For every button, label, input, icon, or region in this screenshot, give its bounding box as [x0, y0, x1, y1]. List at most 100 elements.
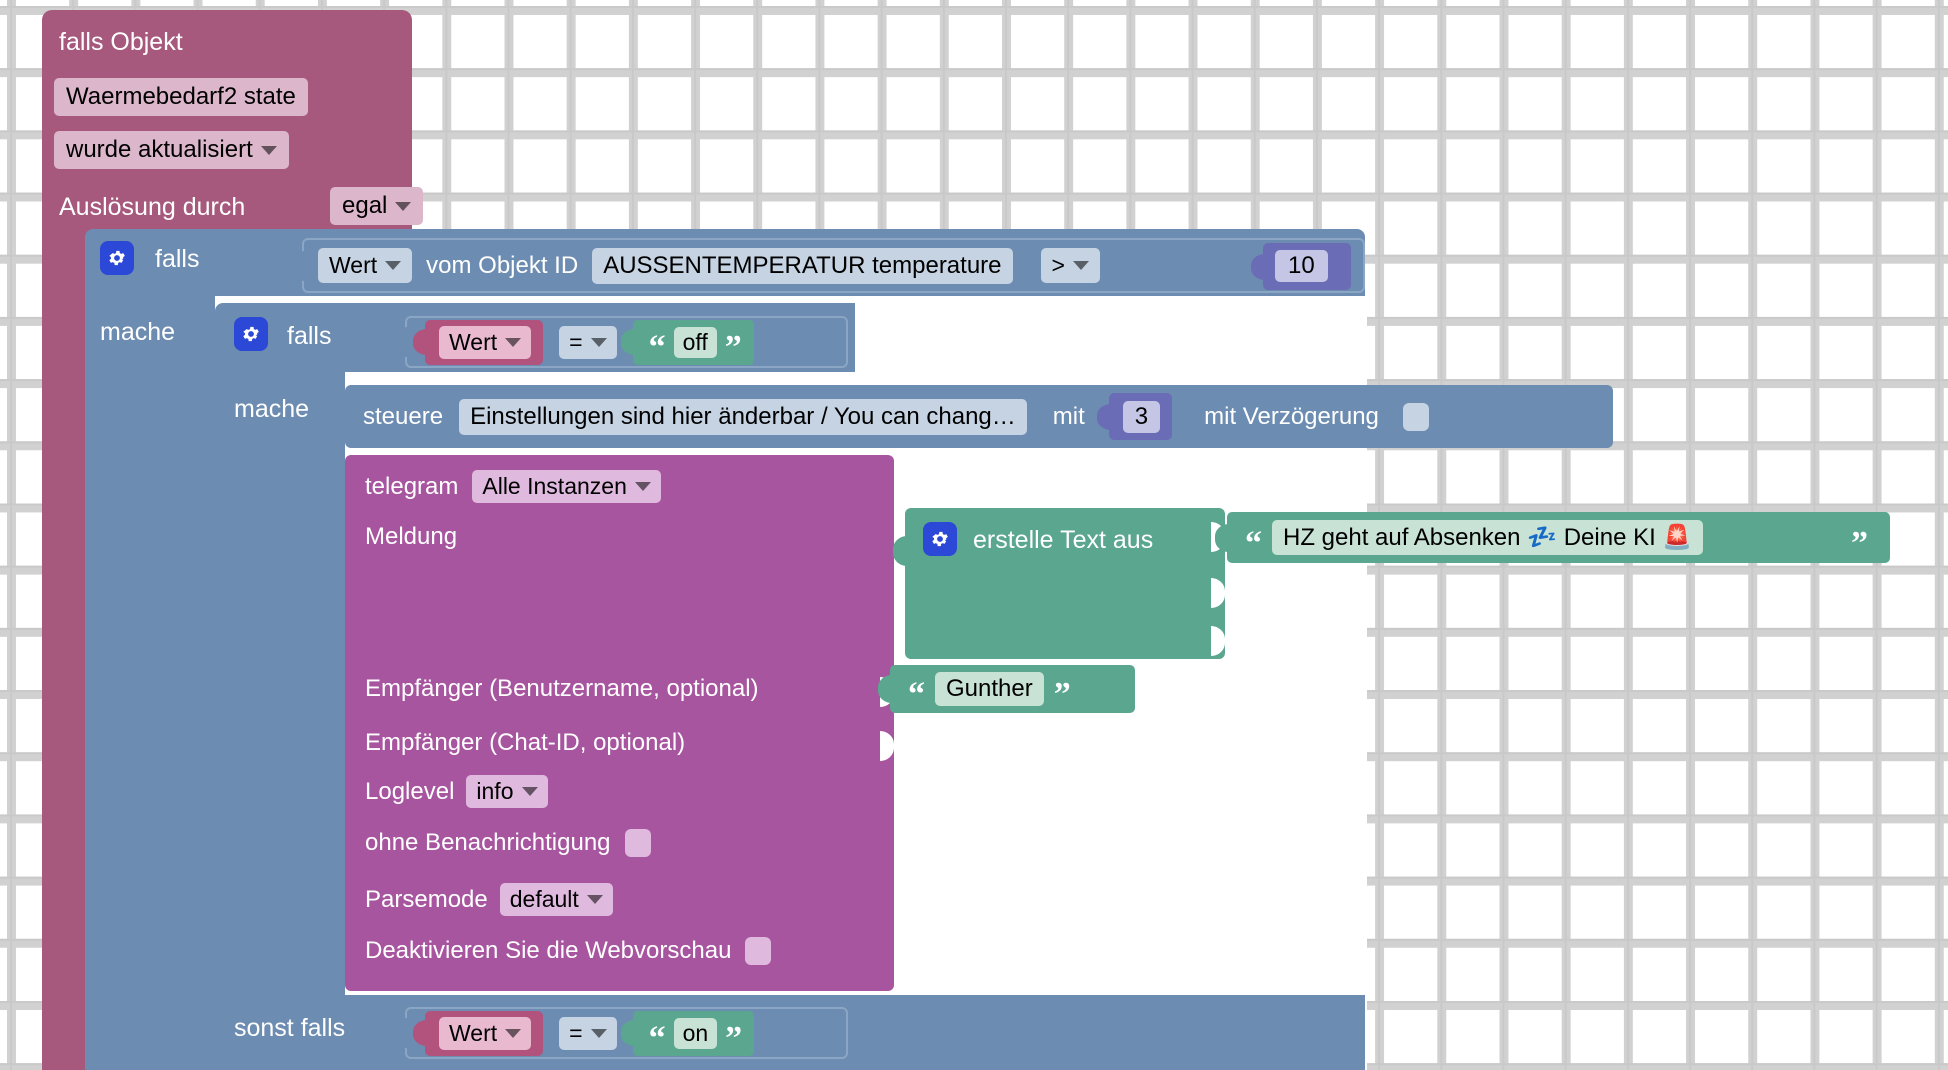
equality-operator-dropdown[interactable]: =	[559, 1016, 617, 1050]
trigger-by-label: Auslösung durch	[59, 193, 246, 221]
telegram-instance-dropdown[interactable]: Alle Instanzen	[472, 470, 661, 503]
else-if-label: sonst falls	[234, 1014, 346, 1042]
value-plug	[1251, 253, 1265, 280]
comparison-operator-dropdown[interactable]: >	[1040, 248, 1100, 283]
control-with-label: mit	[1052, 402, 1085, 430]
logic-compare-block[interactable]: Wert = “ off ”	[394, 316, 848, 368]
value-plug	[620, 1020, 635, 1046]
trigger-by-dropdown[interactable]: egal	[330, 187, 424, 225]
if-outer-do-label: mache	[100, 318, 176, 346]
value-socket	[1211, 626, 1225, 656]
chevron-down-icon	[590, 1028, 607, 1038]
value-plug	[413, 329, 427, 355]
value-plug	[1096, 403, 1111, 430]
comparison-operator-value: >	[1051, 252, 1065, 278]
variable-get-block[interactable]: Wert	[413, 319, 544, 365]
value-socket	[1211, 578, 1225, 608]
chevron-down-icon	[385, 261, 402, 270]
telegram-silent-label: ohne Benachrichtigung	[365, 829, 611, 856]
telegram-message-label: Meldung	[365, 523, 458, 550]
variable-dropdown[interactable]: Wert	[439, 325, 532, 359]
value-socket	[880, 731, 894, 761]
text-field[interactable]: HZ geht auf Absenken 💤 Deine KI 🚨	[1272, 520, 1704, 555]
value-plug	[1215, 523, 1229, 552]
text-literal-block-off[interactable]: “ off ”	[620, 319, 754, 365]
telegram-parsemode-label: Parsemode	[365, 885, 488, 913]
trigger-object-id-field[interactable]: Waermebedarf2 state	[54, 78, 308, 116]
control-object-id-field[interactable]: Einstellungen sind hier änderbar / You c…	[459, 398, 1027, 435]
variable-get-block[interactable]: Wert	[413, 1010, 544, 1056]
value-plug	[620, 329, 635, 355]
trigger-by-value: egal	[342, 192, 388, 219]
text-literal-block-recipient[interactable]: “ Gunther ”	[878, 665, 1135, 713]
attribute-dropdown[interactable]: Wert	[318, 248, 413, 283]
variable-name: Wert	[449, 328, 498, 355]
telegram-parsemode-dropdown[interactable]: default	[499, 883, 613, 916]
block-notch	[252, 10, 292, 21]
telegram-recipient-chatid-label: Empfänger (Chat-ID, optional)	[365, 729, 686, 756]
telegram-loglevel-label: Loglevel	[365, 777, 455, 805]
logic-compare-block-else[interactable]: Wert = “ on ”	[394, 1007, 848, 1059]
chevron-down-icon	[586, 895, 603, 904]
text-join-block[interactable]: erstelle Text aus	[893, 508, 1225, 659]
control-delay-label: mit Verzögerung	[1204, 402, 1379, 430]
if-block-outer-body	[85, 296, 215, 1070]
attribute-value: Wert	[329, 252, 378, 278]
trigger-condition-dropdown[interactable]: wurde aktualisiert	[54, 131, 289, 169]
value-plug	[394, 327, 408, 357]
chevron-down-icon	[521, 787, 538, 796]
trigger-title: falls Objekt	[59, 28, 183, 56]
chevron-down-icon	[505, 1028, 522, 1038]
telegram-loglevel-value: info	[476, 778, 514, 804]
value-plug	[878, 675, 892, 703]
chevron-down-icon	[395, 201, 412, 211]
delay-checkbox[interactable]	[1402, 402, 1429, 431]
number-field[interactable]: 10	[1275, 250, 1328, 282]
if-outer-label: falls	[155, 245, 200, 273]
gear-icon[interactable]	[100, 241, 134, 275]
equality-operator-value: =	[569, 1019, 583, 1046]
telegram-instance-value: Alle Instanzen	[482, 473, 627, 499]
equality-operator-dropdown[interactable]: =	[559, 325, 617, 359]
block-notch	[367, 455, 405, 465]
block-notch	[370, 385, 408, 395]
of-object-label: vom Objekt ID	[426, 251, 579, 279]
telegram-parsemode-value: default	[509, 886, 579, 912]
text-literal-block-on[interactable]: “ on ”	[620, 1010, 755, 1056]
chevron-down-icon	[1072, 261, 1089, 270]
chevron-down-icon	[634, 482, 651, 491]
telegram-loglevel-dropdown[interactable]: info	[466, 775, 548, 808]
disable-webpreview-checkbox[interactable]	[745, 937, 772, 965]
value-plug	[394, 1018, 408, 1048]
value-plug	[413, 1020, 427, 1046]
control-verb: steuere	[363, 402, 444, 430]
object-id-field[interactable]: AUSSENTEMPERATUR temperature	[592, 247, 1013, 284]
value-plug	[893, 536, 907, 566]
telegram-recipient-user-label: Empfänger (Benutzername, optional)	[365, 675, 759, 702]
text-field[interactable]: on	[673, 1017, 718, 1049]
number-field[interactable]: 3	[1122, 400, 1161, 433]
chevron-down-icon	[590, 337, 607, 347]
if-inner-do-label: mache	[234, 395, 310, 423]
silent-checkbox[interactable]	[624, 829, 651, 857]
telegram-title: telegram	[365, 472, 459, 500]
number-block-3[interactable]: 3	[1096, 393, 1173, 440]
chevron-down-icon	[260, 145, 277, 155]
control-block[interactable]: steuere Einstellungen sind hier änderbar…	[345, 385, 1613, 448]
get-value-condition-block[interactable]: Wert vom Objekt ID AUSSENTEMPERATUR temp…	[291, 238, 1365, 293]
gear-icon[interactable]	[923, 522, 957, 556]
if-inner-label: falls	[287, 322, 332, 350]
gear-icon[interactable]	[234, 317, 268, 351]
equality-operator-value: =	[569, 328, 583, 355]
variable-name: Wert	[449, 1019, 498, 1046]
blockly-workspace[interactable]: falls Objekt Waermebedarf2 state wurde a…	[0, 0, 1948, 1070]
trigger-condition-label: wurde aktualisiert	[66, 136, 253, 163]
text-join-label: erstelle Text aus	[973, 526, 1154, 554]
text-literal-block-message[interactable]: “ HZ geht auf Absenken 💤 Deine KI 🚨 ”	[1215, 512, 1890, 563]
text-field[interactable]: off	[673, 326, 717, 358]
text-field[interactable]: Gunther	[935, 672, 1044, 706]
number-block-10[interactable]: 10	[1251, 243, 1351, 290]
value-plug	[291, 250, 305, 281]
variable-dropdown[interactable]: Wert	[439, 1016, 532, 1050]
telegram-block[interactable]: telegram Alle Instanzen Meldung Empfänge…	[345, 455, 894, 991]
